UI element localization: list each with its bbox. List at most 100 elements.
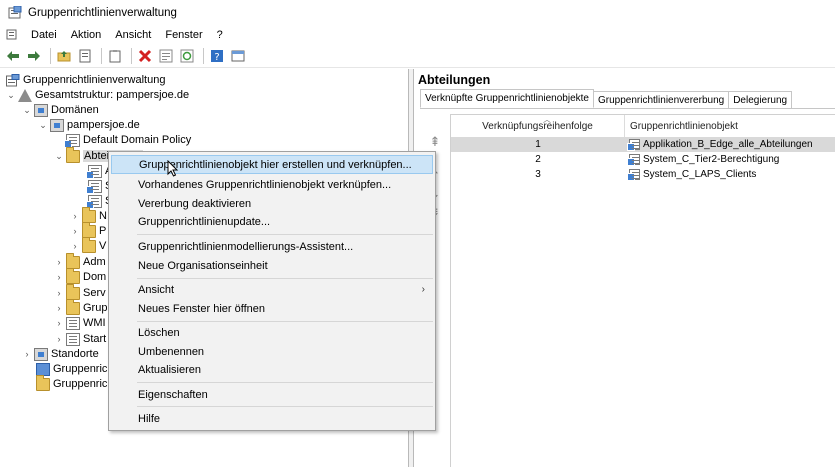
context-menu: Gruppenrichtlinienobjekt hier erstellen … (108, 151, 436, 431)
tree-label: Gesamtstruktur: pampersjoe.de (35, 89, 190, 101)
menu-fenster[interactable]: Fenster (158, 29, 209, 41)
console-icon[interactable] (229, 47, 247, 65)
menu-aktion[interactable]: Aktion (64, 29, 109, 41)
title-bar: Gruppenrichtlinienverwaltung (0, 0, 835, 26)
tree-label: pampersjoe.de (67, 119, 140, 131)
tab-delegation[interactable]: Delegierung (728, 91, 793, 108)
column-header-gpo[interactable]: Gruppenrichtlinienobjekt (626, 115, 835, 137)
menu-datei[interactable]: Datei (24, 29, 64, 41)
chevron-right-icon[interactable]: › (54, 300, 64, 316)
help-icon[interactable]: ? (208, 47, 226, 65)
tab-strip: Verknüpfte Gruppenrichtlinienobjekte Gru… (420, 89, 793, 108)
column-header-order[interactable]: Verknüpfungsreihenfolge (451, 115, 625, 137)
menu-item-properties[interactable]: Eigenschaften (111, 385, 433, 404)
system-menu-icon[interactable] (6, 29, 18, 41)
menu-item-rename[interactable]: Umbenennen (111, 342, 433, 361)
tree-item-modeling[interactable]: Gruppenricht (34, 361, 117, 377)
linked-gpo-table: ︿ Verknüpfungsreihenfolge Gruppenrichtli… (450, 114, 835, 467)
menu-bar: Datei Aktion Ansicht Fenster ? (0, 26, 835, 44)
chevron-down-icon[interactable]: ⌄ (6, 87, 16, 103)
gpo-link-icon (86, 164, 102, 179)
tree-item-forest[interactable]: ⌄ Gesamtstruktur: pampersjoe.de (6, 87, 189, 103)
toolbar: ? (0, 45, 835, 68)
tree-item-standorte[interactable]: › Standorte (22, 346, 99, 362)
wmi-filter-icon (66, 316, 80, 330)
domain-icon (50, 118, 64, 132)
chevron-right-icon[interactable]: › (54, 269, 64, 285)
gpo-link-icon (86, 179, 102, 194)
tab-linked-gpos[interactable]: Verknüpfte Gruppenrichtlinienobjekte (420, 89, 594, 108)
clipboard-icon[interactable] (106, 47, 124, 65)
back-arrow-icon[interactable] (4, 47, 22, 65)
tree-item-ou[interactable]: › Grup (54, 298, 107, 316)
ou-folder-icon (82, 236, 96, 253)
results-icon (36, 374, 50, 391)
menu-separator (137, 382, 433, 383)
menu-item-create-link-gpo[interactable]: Gruppenrichtlinienobjekt hier erstellen … (111, 155, 433, 174)
menu-item-help[interactable]: Hilfe (111, 409, 433, 428)
menu-item-link-existing-gpo[interactable]: Vorhandenes Gruppenrichtlinienobjekt ver… (111, 175, 433, 194)
tree-item-domain[interactable]: ⌄ pampersjoe.de (38, 117, 140, 133)
tree-label: Standorte (51, 348, 99, 360)
menu-item-new-ou[interactable]: Neue Organisationseinheit (111, 256, 433, 275)
folder-up-icon[interactable] (55, 47, 73, 65)
tree-item-ou[interactable]: › Dom (54, 267, 107, 285)
chevron-right-icon[interactable]: › (54, 331, 64, 347)
tree-item-wmi[interactable]: › WMI (54, 315, 106, 331)
chevron-right-icon[interactable]: › (54, 315, 64, 331)
table-row[interactable]: 2 System_C_Tier2-Berechtigung (451, 152, 835, 167)
tree-item-starter[interactable]: › Start (54, 331, 106, 347)
chevron-right-icon[interactable]: › (70, 208, 80, 224)
menu-item-block-inheritance[interactable]: Vererbung deaktivieren (111, 194, 433, 213)
chevron-right-icon[interactable]: › (54, 285, 64, 301)
table-row[interactable]: 1 Applikation_B_Edge_alle_Abteilungen (451, 137, 835, 152)
delete-icon[interactable] (136, 47, 154, 65)
properties-icon[interactable] (76, 47, 94, 65)
chevron-right-icon: › (421, 284, 425, 295)
domains-icon (34, 103, 48, 117)
chevron-down-icon[interactable]: ⌄ (22, 102, 32, 118)
gpo-link-icon (627, 139, 640, 151)
menu-item-delete[interactable]: Löschen (111, 323, 433, 342)
menu-item-modeling-wizard[interactable]: Gruppenrichtlinienmodellierungs-Assisten… (111, 237, 433, 256)
chevron-right-icon[interactable]: › (54, 254, 64, 270)
chevron-down-icon[interactable]: ⌄ (54, 148, 64, 164)
chevron-right-icon[interactable]: › (70, 238, 80, 254)
tree-label: Domänen (51, 104, 99, 116)
tree-label: N (99, 210, 107, 222)
menu-help[interactable]: ? (210, 29, 230, 41)
chevron-right-icon[interactable]: › (70, 223, 80, 239)
toolbar-separator (203, 48, 204, 64)
gpo-cell: Applikation_B_Edge_alle_Abteilungen (625, 139, 813, 151)
menu-item-label: Ansicht (138, 283, 175, 296)
menu-item-refresh[interactable]: Aktualisieren (111, 360, 433, 379)
chevron-down-icon[interactable]: ⌄ (38, 117, 48, 133)
tree-item-default-policy[interactable]: Default Domain Policy (64, 132, 191, 148)
svg-text:?: ? (214, 52, 219, 63)
modeling-icon (36, 362, 50, 376)
details-title: Abteilungen (418, 73, 491, 87)
tree-item-root[interactable]: Gruppenrichtlinienverwaltung (4, 72, 165, 88)
forward-arrow-icon[interactable] (25, 47, 43, 65)
tree-item-ou[interactable]: › V (70, 236, 107, 254)
menu-item-new-window[interactable]: Neues Fenster hier öffnen (111, 299, 433, 318)
menu-item-gp-update[interactable]: Gruppenrichtlinienupdate... (111, 212, 433, 231)
move-top-icon[interactable]: ⇞ (428, 135, 442, 149)
tree-label: Dom (83, 271, 107, 283)
refresh-icon[interactable] (178, 47, 196, 65)
menu-item-view[interactable]: Ansicht › (111, 280, 433, 299)
table-row[interactable]: 3 System_C_LAPS_Clients (451, 167, 835, 182)
chevron-right-icon[interactable]: › (22, 346, 32, 362)
tree-item-ou[interactable]: › Serv (54, 283, 106, 301)
tree-item-domains[interactable]: ⌄ Domänen (22, 102, 99, 118)
tree-label: V (99, 240, 107, 252)
tree-item-results[interactable]: Gruppenricht (34, 374, 117, 392)
sites-icon (34, 347, 48, 361)
tab-inheritance[interactable]: Gruppenrichtlinienvererbung (593, 91, 730, 108)
menu-separator (137, 406, 433, 407)
export-icon[interactable] (157, 47, 175, 65)
gpo-link-icon (86, 194, 102, 209)
tree-item-ou[interactable]: › Adm (54, 252, 106, 270)
menu-ansicht[interactable]: Ansicht (108, 29, 158, 41)
gpo-cell: System_C_Tier2-Berechtigung (625, 154, 779, 166)
